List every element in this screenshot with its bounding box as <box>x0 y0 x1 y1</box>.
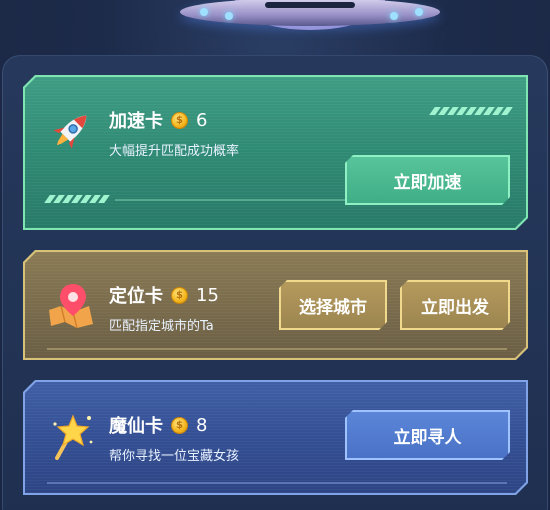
coin-icon <box>171 112 188 129</box>
coin-icon <box>171 417 188 434</box>
card-title: 定位卡 15 <box>109 282 219 308</box>
rocket-icon <box>45 105 97 157</box>
map-pin-icon <box>45 280 97 332</box>
card-cost: 8 <box>196 414 208 436</box>
coin-icon <box>171 287 188 304</box>
speed-card: 加速卡 6 大幅提升匹配成功概率 立即加速 <box>23 75 528 230</box>
decor-stripes <box>47 195 107 203</box>
find-person-button[interactable]: 立即寻人 <box>345 410 510 460</box>
magic-wand-icon <box>45 410 97 462</box>
card-description: 匹配指定城市的Ta <box>109 319 214 334</box>
card-description: 大幅提升匹配成功概率 <box>109 144 240 159</box>
card-cost: 15 <box>196 284 219 306</box>
depart-now-button[interactable]: 立即出发 <box>400 280 510 330</box>
speed-up-button[interactable]: 立即加速 <box>345 155 510 205</box>
decor-stripes <box>432 107 510 115</box>
card-cost: 6 <box>196 109 208 131</box>
card-description: 帮你寻找一位宝藏女孩 <box>109 449 240 464</box>
location-card: 定位卡 15 匹配指定城市的Ta 选择城市 立即出发 <box>23 250 528 360</box>
select-city-button[interactable]: 选择城市 <box>279 280 387 330</box>
ufo-illustration <box>180 0 440 50</box>
card-title: 加速卡 6 <box>109 107 207 133</box>
magic-card: 魔仙卡 8 帮你寻找一位宝藏女孩 立即寻人 <box>23 380 528 495</box>
card-title: 魔仙卡 8 <box>109 412 207 438</box>
